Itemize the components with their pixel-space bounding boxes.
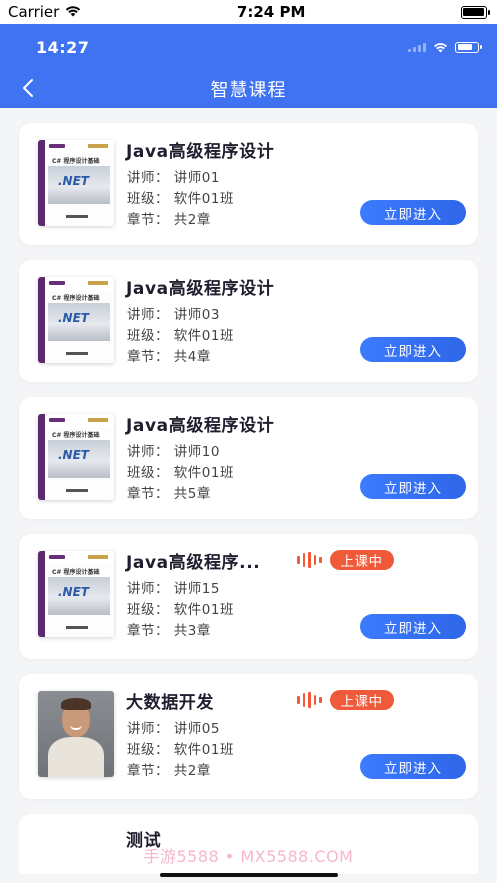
signal-icon	[408, 42, 426, 52]
book-cover-image: C# 程序设计基础 .NET	[38, 140, 114, 226]
ios-status-bar: Carrier 7:24 PM	[0, 0, 497, 24]
course-thumbnail: C# 程序设计基础 .NET	[38, 277, 114, 363]
course-chapters: 章节： 共5章	[127, 486, 211, 502]
course-list: C# 程序设计基础 .NET Java高级程序设计 讲师： 讲师01 班级： 软…	[0, 108, 497, 874]
battery-icon	[460, 5, 490, 19]
carrier-label: Carrier	[8, 3, 60, 21]
wifi-icon	[433, 38, 448, 57]
course-title: Java高级程序设计	[126, 279, 275, 299]
book-cover-image: C# 程序设计基础 .NET	[38, 551, 114, 637]
course-class: 班级： 软件01班	[127, 191, 234, 207]
sound-wave-icon	[297, 552, 322, 568]
course-card[interactable]: C# 程序设计基础 .NET Java高级程序设计 讲师： 讲师10 班级： 软…	[19, 397, 478, 519]
watermark: 手游5588 • MX5588.COM	[143, 847, 354, 866]
chevron-left-icon	[23, 79, 33, 97]
live-badge: 上课中	[329, 690, 394, 710]
book-cover-image: C# 程序设计基础 .NET	[38, 277, 114, 363]
app-status-bar: 14:27	[0, 24, 497, 70]
course-teacher: 讲师： 讲师10	[127, 444, 220, 460]
course-card[interactable]: 大数据开发 上课中 讲师： 讲师05 班级： 软件01班 章节： 共2章 立即进…	[19, 674, 478, 799]
enter-course-button[interactable]: 立即进入	[360, 614, 466, 639]
course-chapters: 章节： 共2章	[127, 212, 211, 228]
course-title: 大数据开发	[126, 693, 214, 713]
back-button[interactable]	[14, 74, 42, 102]
course-title: Java高级程序...	[126, 553, 261, 573]
sound-wave-icon	[297, 692, 322, 708]
course-class: 班级： 软件01班	[127, 742, 234, 758]
battery-icon	[455, 41, 482, 53]
page-title: 智慧课程	[210, 80, 287, 101]
course-teacher: 讲师： 讲师15	[127, 581, 220, 597]
course-thumbnail: C# 程序设计基础 .NET	[38, 551, 114, 637]
course-card[interactable]: C# 程序设计基础 .NET Java高级程序设计 讲师： 讲师03 班级： 软…	[19, 260, 478, 382]
carrier-group: Carrier	[8, 3, 81, 21]
home-indicator	[160, 873, 338, 877]
teacher-photo	[38, 691, 114, 777]
course-teacher: 讲师： 讲师05	[127, 721, 220, 737]
course-card[interactable]: C# 程序设计基础 .NET Java高级程序设计 讲师： 讲师01 班级： 软…	[19, 123, 478, 245]
live-indicator: 上课中	[297, 550, 394, 570]
live-indicator: 上课中	[297, 690, 394, 710]
nav-bar: 智慧课程	[0, 70, 497, 108]
course-teacher: 讲师： 讲师01	[127, 170, 220, 186]
course-class: 班级： 软件01班	[127, 328, 234, 344]
enter-course-button[interactable]: 立即进入	[360, 337, 466, 362]
course-class: 班级： 软件01班	[127, 602, 234, 618]
course-chapters: 章节： 共3章	[127, 623, 211, 639]
app-clock: 14:27	[36, 37, 90, 57]
enter-course-button[interactable]: 立即进入	[360, 474, 466, 499]
course-card[interactable]: C# 程序设计基础 .NET Java高级程序... 上课中 讲师： 讲师15 …	[19, 534, 478, 659]
wifi-icon	[65, 3, 81, 21]
course-thumbnail: C# 程序设计基础 .NET	[38, 140, 114, 226]
live-badge: 上课中	[329, 550, 394, 570]
app-status-icons	[408, 38, 482, 57]
enter-course-button[interactable]: 立即进入	[360, 754, 466, 779]
course-class: 班级： 软件01班	[127, 465, 234, 481]
enter-course-button[interactable]: 立即进入	[360, 200, 466, 225]
course-teacher: 讲师： 讲师03	[127, 307, 220, 323]
app-header: 14:27 智慧课程	[0, 24, 497, 108]
ios-clock: 7:24 PM	[236, 3, 306, 21]
course-thumbnail: C# 程序设计基础 .NET	[38, 414, 114, 500]
course-chapters: 章节： 共4章	[127, 349, 211, 365]
course-title: Java高级程序设计	[126, 142, 275, 162]
book-cover-image: C# 程序设计基础 .NET	[38, 414, 114, 500]
course-chapters: 章节： 共2章	[127, 763, 211, 779]
course-title: Java高级程序设计	[126, 416, 275, 436]
course-thumbnail	[38, 691, 114, 777]
